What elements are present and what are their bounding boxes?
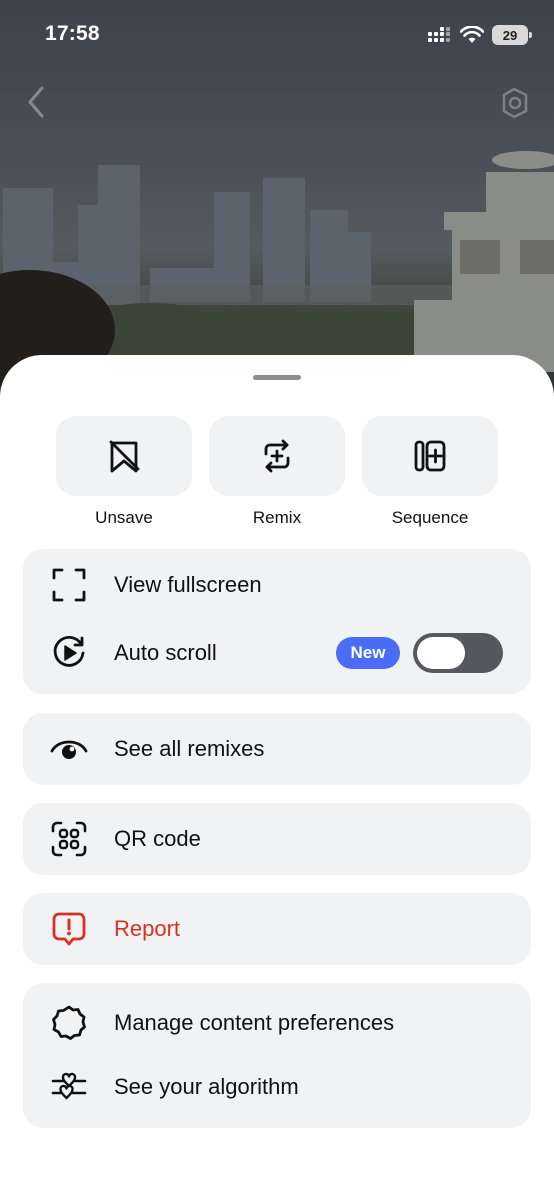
qr-code-group: QR code xyxy=(23,803,531,875)
display-options-group: View fullscreen Auto scroll New xyxy=(23,549,531,694)
sequence-label: Sequence xyxy=(391,508,469,527)
remix-icon xyxy=(264,439,290,473)
wifi-icon xyxy=(460,26,484,43)
remixes-group: See all remixes xyxy=(23,713,531,785)
status-time: 17:58 xyxy=(45,22,100,45)
algorithm-sliders-icon xyxy=(49,1067,89,1107)
report-row[interactable]: Report xyxy=(23,899,531,959)
remix-button[interactable]: Remix xyxy=(209,416,345,528)
sequence-button[interactable]: Sequence xyxy=(362,416,498,528)
toggle-knob xyxy=(417,637,465,669)
qr-code-icon xyxy=(49,819,89,859)
back-chevron-icon xyxy=(28,86,44,118)
unsave-tile[interactable] xyxy=(56,416,192,496)
report-icon xyxy=(49,909,89,949)
view-fullscreen-row[interactable]: View fullscreen xyxy=(23,555,531,615)
unsave-button[interactable]: Unsave xyxy=(56,416,192,528)
options-sheet: Unsave Remix Sequence View fullscreen Au… xyxy=(0,355,554,1199)
report-label: Report xyxy=(114,916,181,941)
camera-icon xyxy=(502,87,528,119)
auto-scroll-toggle[interactable] xyxy=(413,633,503,673)
eye-icon xyxy=(49,729,89,769)
fullscreen-icon xyxy=(49,565,89,605)
auto-scroll-icon xyxy=(49,633,89,673)
unsave-icon xyxy=(109,440,140,473)
sheet-grabber[interactable] xyxy=(253,375,301,380)
city-skyline-image xyxy=(0,151,554,390)
auto-scroll-label: Auto scroll xyxy=(114,640,217,665)
qr-code-row[interactable]: QR code xyxy=(23,809,531,869)
unsave-label: Unsave xyxy=(95,508,153,527)
preferences-group: Manage content preferences See your algo… xyxy=(23,983,531,1128)
cellular-signal-icon xyxy=(428,27,450,42)
see-all-remixes-label: See all remixes xyxy=(114,736,265,761)
background-photo xyxy=(0,0,554,400)
report-group: Report xyxy=(23,893,531,965)
sequence-tile[interactable] xyxy=(362,416,498,496)
see-your-algorithm-label: See your algorithm xyxy=(114,1074,299,1099)
new-badge: New xyxy=(336,637,400,669)
sequence-icon xyxy=(414,440,446,472)
see-all-remixes-row[interactable]: See all remixes xyxy=(23,719,531,779)
quick-actions: Unsave Remix Sequence xyxy=(56,416,498,528)
gear-icon xyxy=(49,1003,89,1043)
see-your-algorithm-row[interactable]: See your algorithm xyxy=(23,1057,531,1117)
manage-content-preferences-row[interactable]: Manage content preferences xyxy=(23,993,531,1053)
battery-indicator: 29 xyxy=(492,25,532,45)
remix-label: Remix xyxy=(252,508,302,527)
qr-code-label: QR code xyxy=(114,826,201,851)
auto-scroll-row[interactable]: Auto scroll New xyxy=(23,623,531,683)
view-fullscreen-label: View fullscreen xyxy=(114,572,262,597)
remix-tile[interactable] xyxy=(209,416,345,496)
manage-content-preferences-label: Manage content preferences xyxy=(114,1010,395,1035)
status-indicators: 29 xyxy=(428,24,532,46)
